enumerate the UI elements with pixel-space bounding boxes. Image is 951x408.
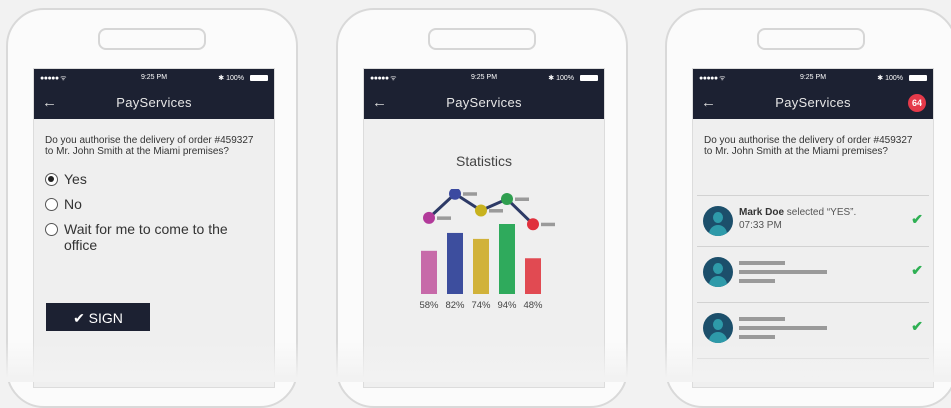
chart-point-label-placeholder <box>515 197 529 201</box>
user-name: Mark Doe <box>739 207 785 218</box>
status-bar: ●●●●● ᯤ 9:25 PM ✱ 100% <box>34 69 274 87</box>
app-title: PayServices <box>446 95 522 110</box>
options-group: Yes No Wait for me to come to the office <box>34 157 274 253</box>
list-item[interactable]: Mark Doe selected “YES”. 07:33 PM ✔ <box>697 195 929 246</box>
placeholder-line <box>739 261 785 265</box>
option-wait[interactable]: Wait for me to come to the office <box>45 221 263 253</box>
chart-value-label: 48% <box>523 300 543 311</box>
status-bar: ●●●●● ᯤ 9:25 PM ✱ 100% <box>364 69 604 87</box>
placeholder-line <box>739 317 785 321</box>
phone-screen-2: ●●●●● ᯤ 9:25 PM ✱ 100% ← PayServices Sta… <box>363 68 605 388</box>
radio-checked-icon[interactable] <box>45 173 58 186</box>
chart-bar <box>499 224 515 294</box>
checkmark-icon: ✔ <box>911 262 923 278</box>
statistics-chart: 58% 82% 74% 94% 48% <box>419 189 555 311</box>
option-label: Wait for me to come to the office <box>64 221 228 253</box>
chart-point-label-placeholder <box>541 222 555 227</box>
phone-screen-3: ●●●●● ᯤ 9:25 PM ✱ 100% ← PayServices 64 … <box>692 68 934 388</box>
phone-speaker <box>428 28 536 50</box>
battery-label: ✱ 100% <box>877 75 903 82</box>
placeholder-line <box>739 326 827 330</box>
placeholder-line <box>739 270 827 274</box>
checkmark-icon: ✔ <box>911 211 923 227</box>
chart-point-label-placeholder <box>437 216 451 220</box>
list-item[interactable]: ✔ <box>697 246 929 297</box>
phone-screen-1: ●●●●● ᯤ 9:25 PM ✱ 100% ← PayServices Do … <box>33 68 275 388</box>
chart-point <box>475 204 487 217</box>
chart-point <box>501 193 513 205</box>
list-item-text: Mark Doe selected “YES”. 07:33 PM <box>739 206 856 232</box>
list-item-time: 07:33 PM <box>739 220 782 231</box>
chart-value-label: 58% <box>419 300 439 311</box>
battery-label: ✱ 100% <box>548 75 574 82</box>
statistics-heading: Statistics <box>455 153 512 169</box>
question-text: Do you authorise the delivery of order #… <box>45 135 254 157</box>
app-title: PayServices <box>116 95 192 110</box>
avatar <box>703 206 733 236</box>
battery-icon <box>250 75 268 81</box>
nav-bar: ← PayServices 64 <box>693 87 933 119</box>
sign-button[interactable]: ✔ SIGN <box>46 303 150 331</box>
avatar <box>703 313 733 343</box>
bottom-fade <box>0 342 951 382</box>
nav-bar: ← PayServices <box>364 87 604 119</box>
placeholder-line <box>739 335 775 339</box>
user-action: selected “YES”. <box>784 207 857 218</box>
app-title: PayServices <box>775 95 851 110</box>
status-bar: ●●●●● ᯤ 9:25 PM ✱ 100% <box>693 69 933 87</box>
option-label: Yes <box>64 171 87 187</box>
battery-icon <box>580 75 598 81</box>
chart-value-label: 82% <box>445 300 465 311</box>
option-no[interactable]: No <box>45 196 263 212</box>
question-text: Do you authorise the delivery of order #… <box>704 135 913 157</box>
chart-value-label: 74% <box>471 300 491 311</box>
nav-bar: ← PayServices <box>34 87 274 119</box>
phone-speaker <box>757 28 865 50</box>
option-label: No <box>64 196 82 212</box>
avatar <box>703 257 733 287</box>
battery-icon <box>909 75 927 81</box>
chart-point-label-placeholder <box>463 192 477 196</box>
phone-speaker <box>98 28 206 50</box>
chart-bar <box>473 238 489 294</box>
chart-point <box>423 211 435 224</box>
notification-badge[interactable]: 64 <box>908 94 926 112</box>
placeholder-line <box>739 279 775 283</box>
chart-point-label-placeholder <box>489 209 503 213</box>
radio-icon[interactable] <box>45 198 58 211</box>
chart-bar <box>525 258 541 294</box>
radio-icon[interactable] <box>45 223 58 236</box>
option-yes[interactable]: Yes <box>45 171 263 187</box>
chart-bar <box>447 232 463 294</box>
chart-value-label: 94% <box>497 300 517 311</box>
checkmark-icon: ✔ <box>911 318 923 334</box>
chart-point <box>527 218 539 231</box>
battery-label: ✱ 100% <box>218 75 244 82</box>
chart-bar <box>421 250 437 294</box>
